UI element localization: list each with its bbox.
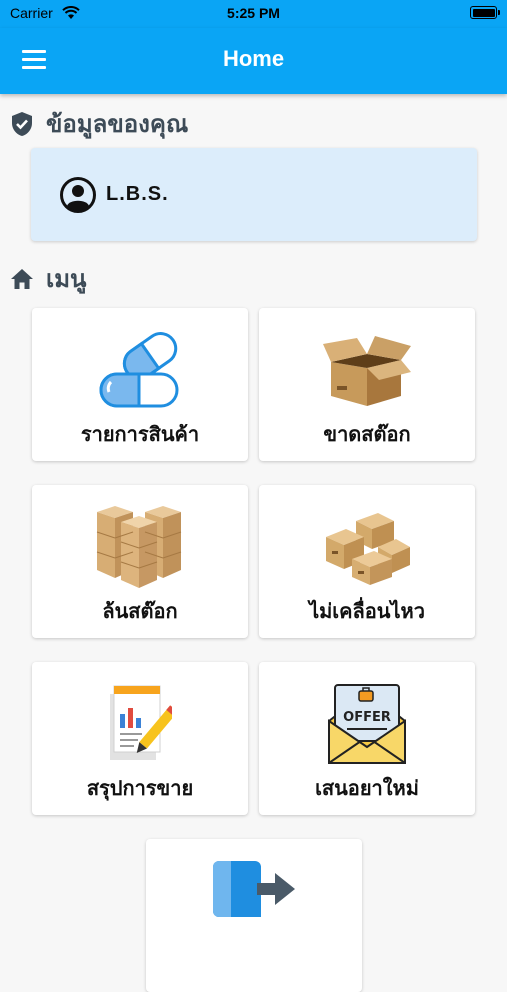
menu-tile-new-drug-offer[interactable]: OFFER เสนอยาใหม่ (259, 662, 475, 815)
menu-tile-label: ไม่เคลื่อนไหว (309, 599, 425, 623)
profile-card[interactable]: L.B.S. (31, 148, 477, 241)
stacked-boxes-icon (96, 506, 182, 588)
menu-section-title: เมนู (46, 265, 87, 293)
logout-icon (213, 861, 295, 917)
menu-tile-label: รายการสินค้า (80, 422, 200, 446)
menu-tile-label: เสนอยาใหม่ (315, 776, 419, 800)
menu-tile-label: ล้นสต๊อก (102, 599, 178, 623)
menu-tile-label: ขาดสต๊อก (323, 422, 411, 446)
battery-icon (470, 6, 500, 19)
menu-tile-label: สรุปการขาย (86, 776, 194, 800)
offer-envelope-icon: OFFER (328, 684, 406, 764)
menu-tile-product-list[interactable]: รายการสินค้า (32, 308, 248, 461)
capsule-icon (99, 332, 179, 408)
menu-tile-overstock[interactable]: ล้นสต๊อก (32, 485, 248, 638)
user-avatar-icon (60, 176, 96, 213)
clock: 5:25 PM (227, 5, 280, 21)
shield-check-icon (12, 111, 32, 136)
user-name: L.B.S. (106, 183, 169, 205)
menu-section-header: เมนู (10, 259, 86, 298)
page-title: Home (222, 46, 285, 71)
profile-section-title: ข้อมูลของคุณ (46, 110, 189, 138)
menu-tile-logout[interactable] (146, 839, 362, 992)
app-bar: Home (0, 28, 507, 94)
menu-tile-no-movement[interactable]: ไม่เคลื่อนไหว (259, 485, 475, 638)
status-bar: Carrier 5:25 PM (0, 0, 507, 28)
profile-section-header: ข้อมูลของคุณ (10, 104, 188, 143)
boxes-pile-icon (326, 513, 410, 585)
svg-text:OFFER: OFFER (343, 710, 391, 725)
sales-report-icon (110, 685, 172, 760)
menu-tile-out-of-stock[interactable]: ขาดสต๊อก (259, 308, 475, 461)
open-box-icon (323, 336, 411, 406)
menu-tile-sales-summary[interactable]: สรุปการขาย (32, 662, 248, 815)
home-icon (11, 268, 33, 289)
